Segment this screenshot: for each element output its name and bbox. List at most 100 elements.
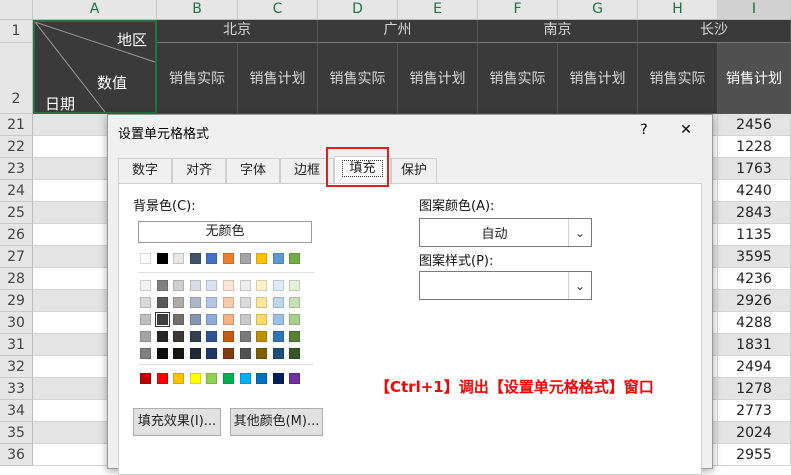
- theme-color-swatch[interactable]: [289, 314, 301, 325]
- column-header-g[interactable]: G: [558, 0, 638, 20]
- standard-color-swatch[interactable]: [189, 373, 201, 384]
- fill-effects-button[interactable]: 填充效果(I)...: [133, 408, 221, 436]
- value-cell[interactable]: 1763: [718, 158, 791, 180]
- chevron-down-icon[interactable]: ⌄: [568, 219, 591, 246]
- value-cell[interactable]: 2955: [718, 444, 791, 466]
- basic-color-swatch[interactable]: [239, 253, 251, 264]
- pattern-style-select[interactable]: ⌄: [419, 271, 592, 300]
- row-header[interactable]: 36: [0, 444, 33, 466]
- theme-color-swatch[interactable]: [256, 297, 268, 308]
- standard-color-swatch[interactable]: [223, 373, 234, 384]
- metric-header[interactable]: 销售计划: [398, 43, 478, 114]
- theme-color-swatch[interactable]: [289, 280, 301, 291]
- more-colors-button[interactable]: 其他颜色(M)...: [230, 408, 323, 436]
- metric-header[interactable]: 销售计划: [718, 43, 791, 114]
- theme-color-swatch[interactable]: [239, 331, 251, 342]
- row-header-2[interactable]: 2: [0, 43, 33, 114]
- value-cell[interactable]: 1278: [718, 378, 791, 400]
- value-cell[interactable]: 1831: [718, 334, 791, 356]
- row-header[interactable]: 26: [0, 224, 33, 246]
- theme-color-swatch[interactable]: [223, 314, 234, 325]
- row-header[interactable]: 22: [0, 136, 33, 158]
- row-header[interactable]: 35: [0, 422, 33, 444]
- row-header[interactable]: 28: [0, 268, 33, 290]
- metric-header[interactable]: 销售实际: [638, 43, 718, 114]
- theme-color-swatch[interactable]: [239, 297, 251, 308]
- theme-color-swatch[interactable]: [289, 331, 301, 342]
- theme-color-swatch[interactable]: [206, 297, 218, 308]
- theme-color-swatch[interactable]: [272, 331, 284, 342]
- theme-color-swatch[interactable]: [173, 314, 185, 325]
- tab-font[interactable]: 字体: [226, 158, 280, 183]
- value-cell[interactable]: 4288: [718, 312, 791, 334]
- theme-color-swatch[interactable]: [189, 348, 201, 359]
- theme-color-swatch[interactable]: [272, 280, 284, 291]
- close-icon[interactable]: ✕: [674, 119, 698, 141]
- theme-color-swatch[interactable]: [173, 280, 185, 291]
- column-header-c[interactable]: C: [238, 0, 318, 20]
- theme-color-swatch[interactable]: [173, 331, 185, 342]
- theme-color-swatch[interactable]: [223, 297, 234, 308]
- column-header-e[interactable]: E: [398, 0, 478, 20]
- theme-color-swatch[interactable]: [206, 280, 218, 291]
- theme-color-swatch[interactable]: [272, 348, 284, 359]
- column-header-b[interactable]: B: [157, 0, 238, 20]
- corner-cell[interactable]: 地区 数值 日期: [33, 20, 157, 114]
- value-cell[interactable]: 2456: [718, 114, 791, 136]
- basic-color-swatch[interactable]: [206, 253, 218, 264]
- theme-color-swatch[interactable]: [206, 314, 218, 325]
- row-header[interactable]: 33: [0, 378, 33, 400]
- pattern-color-select[interactable]: 自动 ⌄: [419, 218, 592, 247]
- basic-color-swatch[interactable]: [156, 253, 168, 264]
- theme-color-swatch[interactable]: [156, 348, 168, 359]
- row-header[interactable]: 23: [0, 158, 33, 180]
- row-header[interactable]: 32: [0, 356, 33, 378]
- metric-header[interactable]: 销售计划: [558, 43, 638, 114]
- theme-color-swatch[interactable]: [140, 348, 151, 359]
- theme-color-swatch[interactable]: [140, 280, 151, 291]
- basic-color-swatch[interactable]: [223, 253, 234, 264]
- theme-color-swatch[interactable]: [223, 331, 234, 342]
- city-header[interactable]: 长沙: [638, 20, 791, 43]
- row-header[interactable]: 31: [0, 334, 33, 356]
- select-all-corner[interactable]: [0, 0, 33, 20]
- basic-color-swatch[interactable]: [173, 253, 185, 264]
- theme-color-swatch[interactable]: [223, 280, 234, 291]
- theme-color-swatch[interactable]: [289, 348, 301, 359]
- city-header[interactable]: 北京: [157, 20, 318, 43]
- value-cell[interactable]: 4236: [718, 268, 791, 290]
- basic-color-swatch[interactable]: [272, 253, 284, 264]
- theme-color-swatch[interactable]: [156, 297, 168, 308]
- theme-color-swatch[interactable]: [239, 348, 251, 359]
- standard-color-swatch[interactable]: [272, 373, 284, 384]
- row-header[interactable]: 24: [0, 180, 33, 202]
- value-cell[interactable]: 1228: [718, 136, 791, 158]
- theme-color-swatch[interactable]: [140, 314, 151, 325]
- row-header[interactable]: 29: [0, 290, 33, 312]
- standard-color-swatch[interactable]: [156, 373, 168, 384]
- row-header[interactable]: 21: [0, 114, 33, 136]
- theme-color-swatch[interactable]: [256, 331, 268, 342]
- basic-color-swatch[interactable]: [289, 253, 301, 264]
- value-cell[interactable]: 2926: [718, 290, 791, 312]
- theme-color-swatch[interactable]: [189, 331, 201, 342]
- theme-color-swatch[interactable]: [206, 348, 218, 359]
- value-cell[interactable]: 2024: [718, 422, 791, 444]
- theme-color-swatch[interactable]: [256, 348, 268, 359]
- row-header[interactable]: 27: [0, 246, 33, 268]
- column-header-f[interactable]: F: [478, 0, 558, 20]
- theme-color-swatch[interactable]: [156, 280, 168, 291]
- no-color-button[interactable]: 无颜色: [138, 221, 312, 243]
- row-header[interactable]: 25: [0, 202, 33, 224]
- chevron-down-icon[interactable]: ⌄: [568, 272, 591, 299]
- metric-header[interactable]: 销售计划: [238, 43, 318, 114]
- column-header-d[interactable]: D: [318, 0, 398, 20]
- row-header[interactable]: 30: [0, 312, 33, 334]
- help-button[interactable]: ?: [632, 119, 656, 141]
- tab-number[interactable]: 数字: [118, 158, 172, 183]
- metric-header[interactable]: 销售实际: [157, 43, 238, 114]
- theme-color-swatch[interactable]: [256, 280, 268, 291]
- standard-color-swatch[interactable]: [239, 373, 251, 384]
- theme-color-swatch[interactable]: [239, 314, 251, 325]
- column-header-i[interactable]: I: [718, 0, 791, 20]
